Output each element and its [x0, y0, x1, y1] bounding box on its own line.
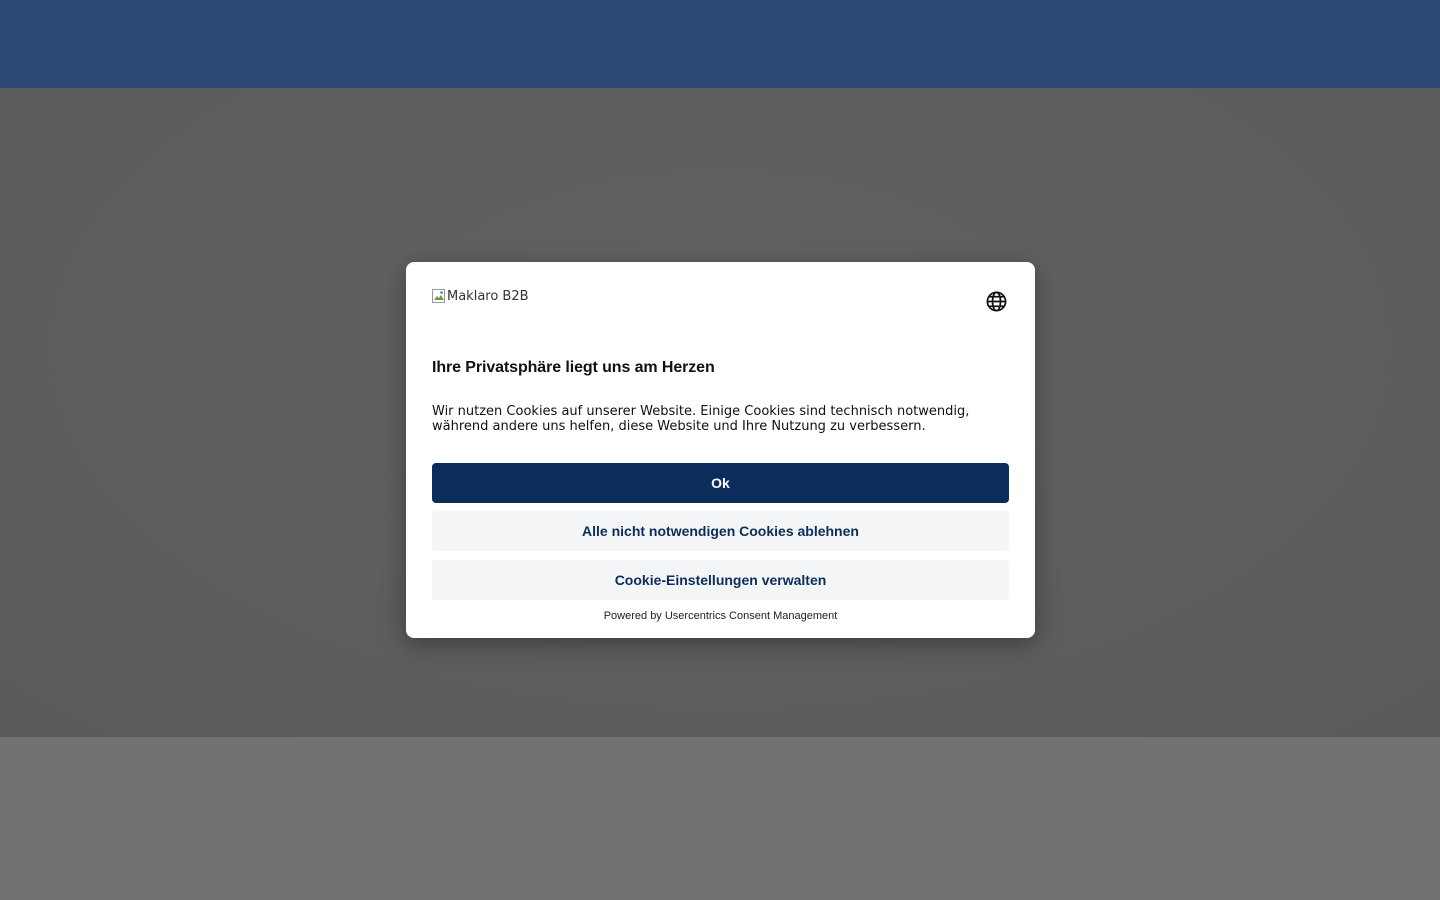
brand-logo-alt-text: Maklaro B2B	[447, 289, 529, 304]
broken-image-icon	[432, 289, 446, 304]
dialog-description: Wir nutzen Cookies auf unserer Website. …	[432, 404, 970, 434]
brand-logo: Maklaro B2B	[432, 289, 529, 304]
globe-icon[interactable]	[985, 290, 1008, 313]
cookie-consent-dialog: Maklaro B2B Ihre Privatsphäre liegt uns …	[406, 262, 1035, 638]
page: Maklaro B2B Ihre Privatsphäre liegt uns …	[0, 0, 1440, 900]
dialog-title: Ihre Privatsphäre liegt uns am Herzen	[432, 359, 715, 376]
powered-by-link[interactable]: Powered by Usercentrics Consent Manageme…	[406, 610, 1035, 622]
cookie-settings-button[interactable]: Cookie-Einstellungen verwalten	[432, 560, 1009, 600]
consent-overlay: Maklaro B2B Ihre Privatsphäre liegt uns …	[0, 0, 1440, 900]
deny-cookies-button[interactable]: Alle nicht notwendigen Cookies ablehnen	[432, 511, 1009, 551]
accept-button[interactable]: Ok	[432, 463, 1009, 503]
